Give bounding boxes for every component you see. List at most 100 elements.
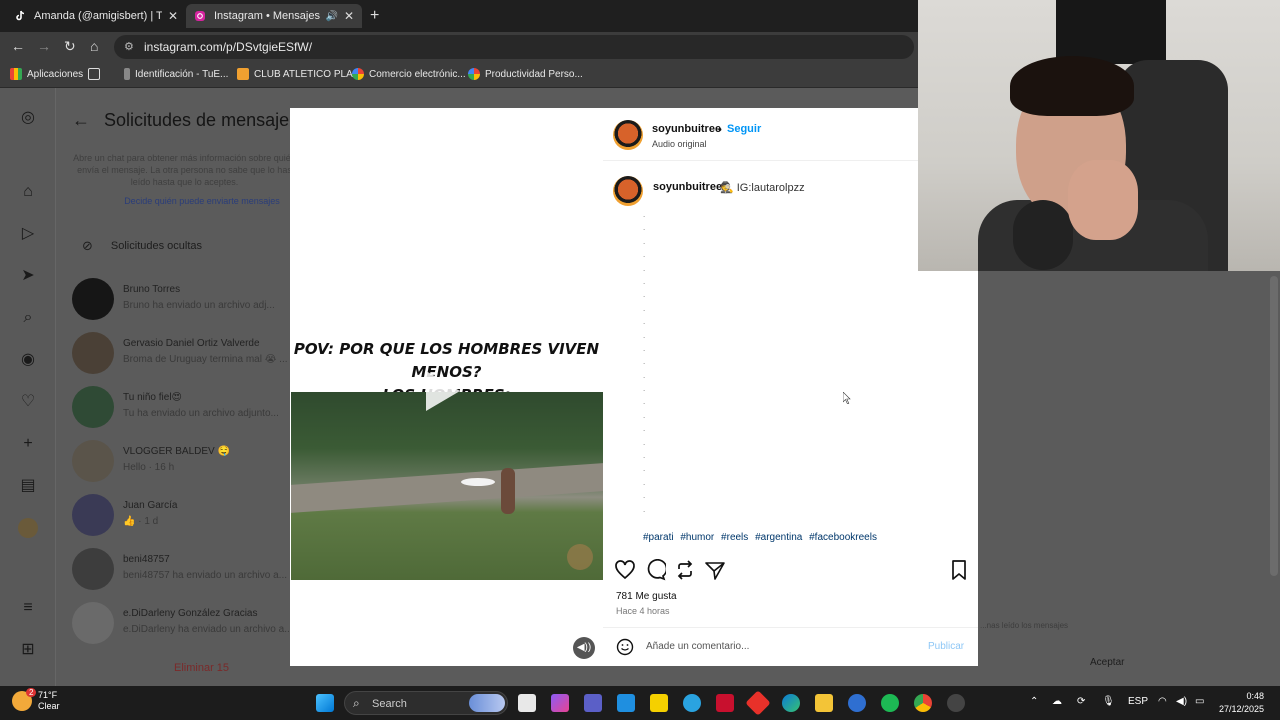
windows-start-icon[interactable]	[316, 694, 334, 712]
sticky-notes-icon[interactable]	[650, 694, 668, 712]
bookmark-grid[interactable]	[88, 68, 105, 80]
comment-input[interactable]: Añade un comentario...	[646, 641, 749, 652]
tab-instagram[interactable]: Instagram • Mensajes 🔊 ✕	[186, 4, 362, 28]
tab-tiktok[interactable]: Amanda (@amigisbert) | TikTok ✕	[6, 4, 186, 28]
avatar	[72, 494, 114, 536]
home-icon[interactable]: ⌂	[18, 182, 38, 202]
list-item[interactable]: Tu niño fiel😍 Tu ha enviado un archivo a…	[72, 384, 312, 432]
bookmark-identificacion[interactable]: Identificación - TuE...	[124, 68, 228, 80]
author-username[interactable]: soyunbuitree	[652, 123, 721, 135]
mcafee-icon[interactable]	[716, 694, 734, 712]
onedrive-icon[interactable]: ☁	[1052, 696, 1062, 707]
list-item[interactable]: Juan García 👍 · 1 d	[72, 492, 312, 540]
instagram-icon[interactable]: ◎	[18, 108, 38, 128]
bookmark-icon[interactable]	[948, 559, 970, 581]
list-item[interactable]: Gervasio Daniel Ortiz Valverde Broma de …	[72, 330, 312, 378]
task-view-icon[interactable]	[518, 694, 536, 712]
hashtag-link[interactable]: #facebookreels	[809, 532, 877, 543]
avatar[interactable]	[613, 176, 643, 206]
delete-requests-button[interactable]: Eliminar 15	[174, 662, 229, 674]
edge-icon[interactable]	[782, 694, 800, 712]
bookmark-comercio[interactable]: Comercio electrónic...	[352, 68, 466, 80]
address-bar[interactable]: ⚙ instagram.com/p/DSvtgieESfW/	[114, 35, 914, 59]
profile-icon[interactable]	[18, 518, 38, 538]
wifi-icon[interactable]: ◠	[1158, 696, 1167, 707]
accept-button[interactable]: Aceptar	[1090, 657, 1124, 668]
list-item[interactable]: Bruno Torres Bruno ha enviado un archivo…	[72, 276, 312, 324]
list-item[interactable]: beni48757 beni48757 ha enviado un archiv…	[72, 546, 312, 594]
app-gear-icon[interactable]	[947, 694, 965, 712]
create-icon[interactable]: +	[18, 434, 38, 454]
app-g-icon[interactable]	[848, 694, 866, 712]
reels-icon[interactable]: ▷	[18, 224, 38, 244]
publish-button[interactable]: Publicar	[928, 641, 964, 652]
send-icon[interactable]: ➤	[18, 266, 38, 286]
tray-chevron-icon[interactable]: ⌃	[1030, 696, 1038, 707]
apps-icon[interactable]: ⊞	[18, 640, 38, 660]
spotify-icon[interactable]	[881, 694, 899, 712]
webcam-overlay	[918, 0, 1280, 271]
sync-icon[interactable]: ⟳	[1077, 696, 1085, 707]
reel-video-player[interactable]: POV: POR QUE LOS HOMBRES VIVEN MENOS? LO…	[290, 108, 603, 666]
play-icon[interactable]	[426, 371, 460, 411]
close-tab-icon[interactable]: ✕	[344, 9, 354, 23]
likes-count[interactable]: 781 Me gusta	[616, 591, 677, 602]
hashtag-link[interactable]: #parati	[643, 532, 674, 543]
volume-icon[interactable]: ◀)	[1176, 696, 1187, 707]
battery-icon[interactable]: ▭	[1195, 696, 1204, 707]
hashtag-link[interactable]: #humor	[680, 532, 714, 543]
back-arrow-icon[interactable]: ←	[72, 110, 90, 131]
hashtag-link[interactable]: #reels	[721, 532, 748, 543]
share-icon[interactable]	[704, 559, 726, 581]
like-heart-icon[interactable]	[614, 559, 636, 581]
hashtag-link[interactable]: #argentina	[755, 532, 802, 543]
heart-icon[interactable]: ♡	[18, 392, 38, 412]
apps-grid-icon	[10, 68, 22, 80]
video-runner	[501, 468, 515, 514]
chrome-icon[interactable]	[914, 694, 932, 712]
reload-icon[interactable]: ↻	[64, 38, 76, 55]
app-icon[interactable]	[683, 694, 701, 712]
chat-name: Bruno Torres	[123, 284, 181, 295]
dashboard-icon[interactable]: ▤	[18, 476, 38, 496]
app-diamond-icon[interactable]	[745, 690, 771, 716]
emoji-icon[interactable]	[616, 638, 634, 656]
bookmark-club[interactable]: CLUB ATLETICO PLA...	[237, 68, 361, 80]
chat-name: VLOGGER BALDEV 🤤	[123, 446, 230, 457]
caption-username[interactable]: soyunbuitree	[653, 181, 722, 193]
audio-playing-icon[interactable]: 🔊	[325, 11, 337, 22]
chat-preview: Tu ha enviado un archivo adjunto...	[123, 408, 279, 419]
back-arrow-icon[interactable]: ←	[11, 38, 25, 54]
teams-icon[interactable]	[584, 694, 602, 712]
microphone-icon[interactable]: 🎙	[1102, 696, 1115, 707]
hidden-requests-item[interactable]: ⊘ Solicitudes ocultas	[82, 238, 202, 254]
bookmark-apps[interactable]: Aplicaciones	[10, 68, 83, 80]
copilot-icon[interactable]	[551, 694, 569, 712]
weather-widget[interactable]: 2 71°F Clear	[12, 688, 60, 712]
repost-icon[interactable]	[674, 559, 696, 581]
follow-button[interactable]: Seguir	[727, 123, 761, 135]
file-explorer-icon[interactable]	[815, 694, 833, 712]
page-scrollbar[interactable]	[1270, 276, 1278, 576]
system-clock[interactable]: 0:48 27/12/2025	[1216, 690, 1264, 716]
tab-title: Instagram • Mensajes	[214, 10, 320, 22]
audio-label[interactable]: Audio original	[652, 139, 707, 149]
webcam-person-hands	[1068, 160, 1138, 240]
comment-icon[interactable]	[644, 559, 666, 581]
list-item[interactable]: e.DiDarleny González Gracias e.DiDarleny…	[72, 600, 312, 648]
explore-icon[interactable]: ◉	[18, 350, 38, 370]
home-icon[interactable]: ⌂	[90, 38, 98, 54]
list-item[interactable]: VLOGGER BALDEV 🤤 Hello · 16 h	[72, 438, 312, 486]
forward-arrow-icon[interactable]: →	[37, 38, 51, 54]
taskbar-search[interactable]: ⌕ Search	[344, 691, 508, 715]
bookmark-productividad[interactable]: Productividad Perso...	[468, 68, 583, 80]
site-info-icon[interactable]: ⚙	[124, 40, 134, 53]
mute-toggle-icon[interactable]: ◀))	[573, 637, 595, 659]
close-tab-icon[interactable]: ✕	[168, 9, 178, 23]
avatar[interactable]	[613, 120, 643, 150]
language-indicator[interactable]: ESP	[1128, 696, 1148, 707]
new-tab-button[interactable]: +	[370, 7, 379, 25]
menu-icon[interactable]: ≡	[18, 598, 38, 618]
store-icon[interactable]	[617, 694, 635, 712]
search-icon[interactable]: ⌕	[18, 308, 38, 328]
